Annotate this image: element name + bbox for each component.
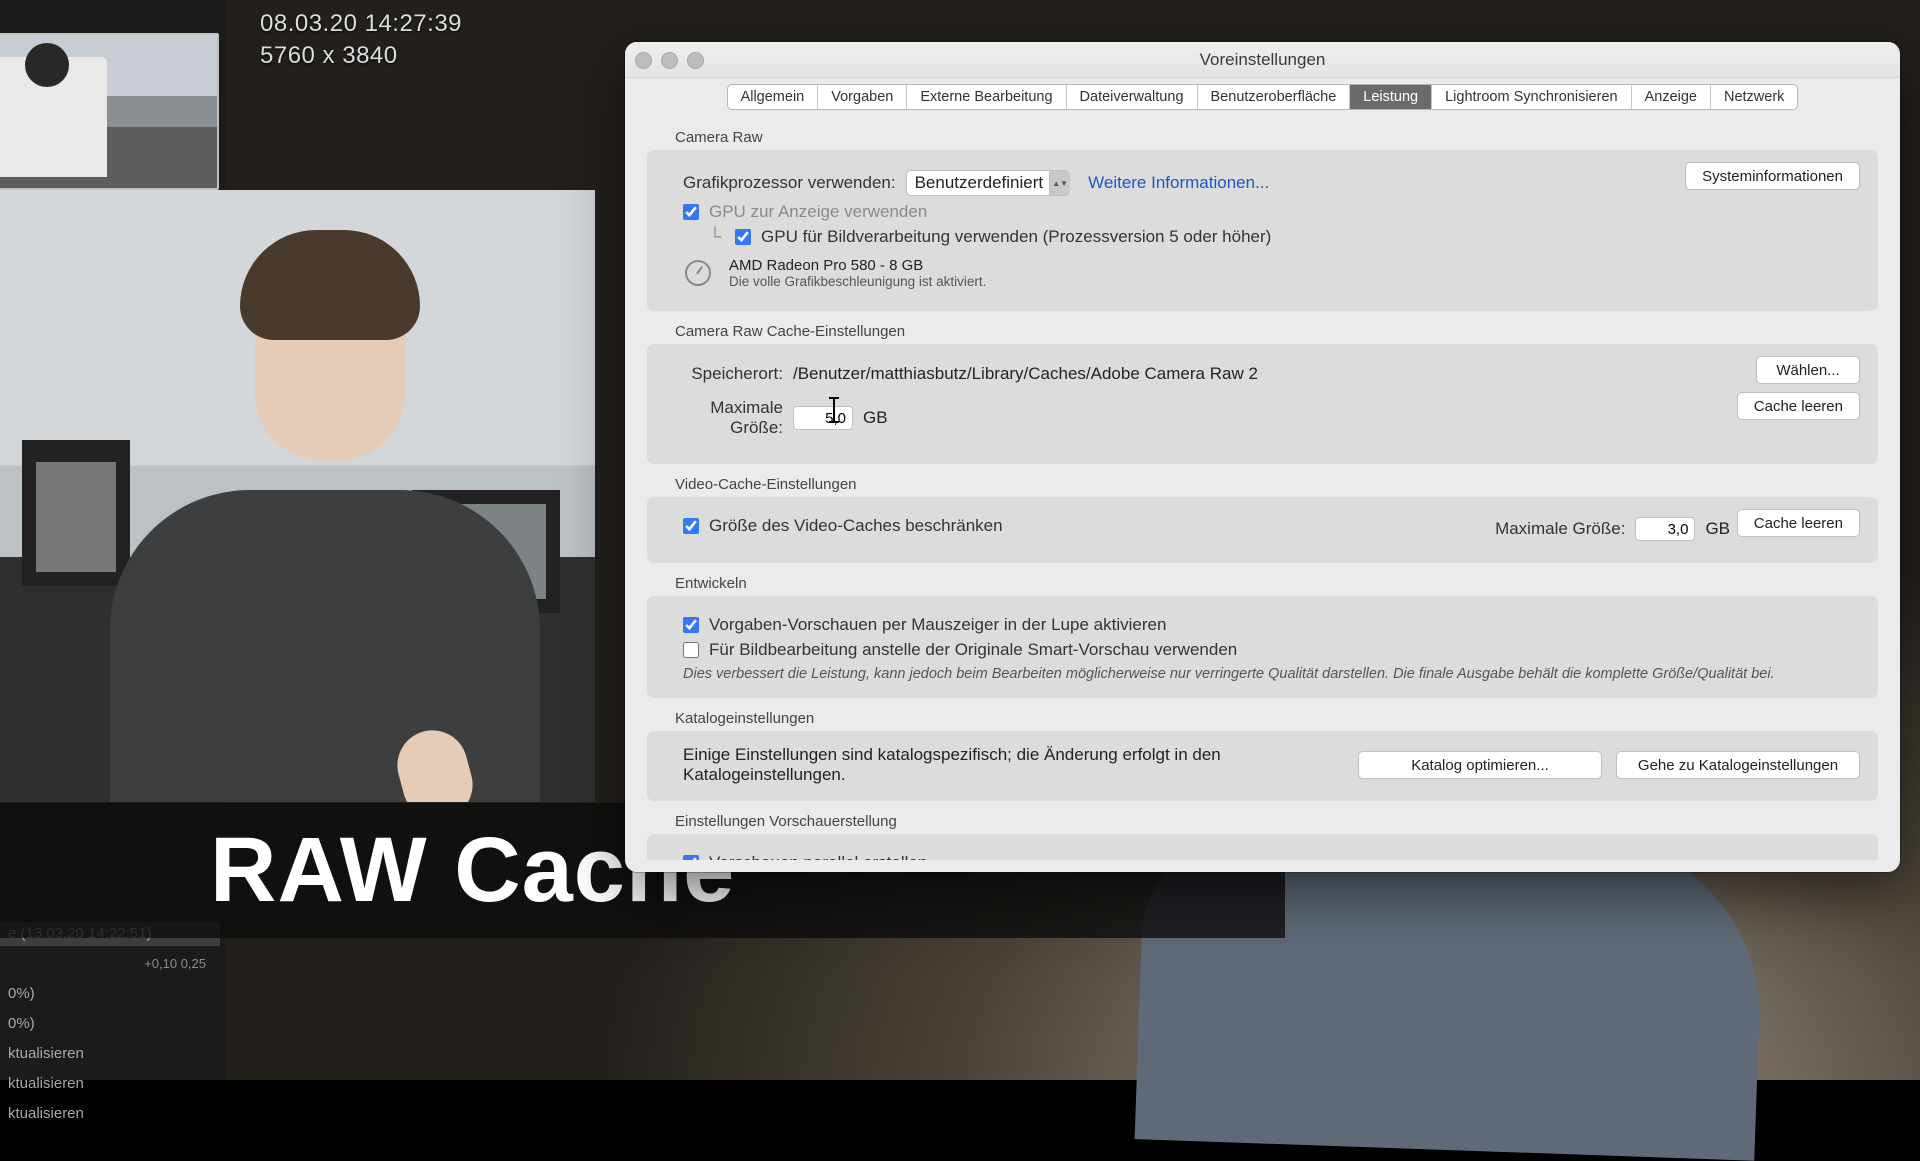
section-develop: Entwickeln [675,575,1878,592]
video-limit-label: Größe des Video-Caches beschränken [709,516,1003,536]
goto-catalog-settings-button[interactable]: Gehe zu Katalogeinstellungen [1616,751,1860,779]
gpu-name: AMD Radeon Pro 580 - 8 GB [729,257,986,274]
cache-location-value: /Benutzer/matthiasbutz/Library/Caches/Ad… [793,364,1258,384]
gb-unit: GB [863,408,888,428]
image-dimensions: 5760 x 3840 [260,42,462,70]
tab-externe-bearbeitung[interactable]: Externe Bearbeitung [907,85,1066,109]
gpu-use-select[interactable]: Benutzerdefiniert ▲▼ [906,170,1071,196]
video-max-size-label: Maximale Größe: [1495,519,1625,539]
smart-preview-note: Dies verbessert die Leistung, kann jedoc… [683,666,1860,682]
section-camera-raw: Camera Raw [675,129,1878,146]
tab-anzeige[interactable]: Anzeige [1632,85,1711,109]
gpu-display-label: GPU zur Anzeige verwenden [709,202,927,222]
raw-max-size-input[interactable] [793,406,853,430]
parallel-previews-label: Vorschauen parallel erstellen [709,853,927,860]
choose-location-button[interactable]: Wählen... [1756,356,1860,384]
tab-allgemein[interactable]: Allgemein [728,85,819,109]
video-limit-checkbox[interactable] [683,518,699,534]
lightroom-thumbnail[interactable] [0,33,219,190]
section-catalog: Katalogeinstellungen [675,710,1878,727]
hover-preview-label: Vorgaben-Vorschauen per Mauszeiger in de… [709,615,1166,635]
gb-unit: GB [1705,519,1730,539]
panel-develop: Vorgaben-Vorschauen per Mauszeiger in de… [647,596,1878,698]
timestamp: 08.03.20 14:27:39 [260,10,462,38]
section-previews: Einstellungen Vorschauerstellung [675,813,1878,830]
preferences-window: Voreinstellungen AllgemeinVorgabenExtern… [625,42,1900,872]
close-icon[interactable] [635,52,652,69]
text-cursor-icon [833,399,835,421]
system-info-button[interactable]: Systeminformationen [1685,162,1860,190]
window-title: Voreinstellungen [625,50,1900,70]
panel-previews: Vorschauen parallel erstellen [647,834,1878,860]
gpu-more-info-link[interactable]: Weitere Informationen... [1088,173,1269,193]
presenter-webcam [0,190,595,802]
window-titlebar[interactable]: Voreinstellungen [625,42,1900,78]
preferences-tabbar: AllgemeinVorgabenExterne BearbeitungDate… [625,78,1900,114]
gauge-icon [685,260,711,286]
chevron-updown-icon: ▲▼ [1049,171,1070,195]
tab-vorgaben[interactable]: Vorgaben [818,85,907,109]
hover-preview-checkbox[interactable] [683,617,699,633]
gpu-status: Die volle Grafikbeschleunigung ist aktiv… [729,274,986,289]
panel-raw-cache: Wählen... Cache leeren Speicherort: /Ben… [647,344,1878,464]
section-video-cache: Video-Cache-Einstellungen [675,476,1878,493]
optimize-catalog-button[interactable]: Katalog optimieren... [1358,751,1602,779]
smart-preview-label: Für Bildbearbeitung anstelle der Origina… [709,640,1237,660]
gpu-process-label: GPU für Bildverarbeitung verwenden (Proz… [761,227,1271,247]
gpu-process-checkbox[interactable] [735,229,751,245]
tab-netzwerk[interactable]: Netzwerk [1711,85,1797,109]
clear-video-cache-button[interactable]: Cache leeren [1737,509,1860,537]
cache-location-label: Speicherort: [683,364,783,384]
zoom-icon[interactable] [687,52,704,69]
raw-max-size-label: Maximale Größe: [655,398,783,438]
gpu-use-label: Grafikprozessor verwenden: [683,173,896,193]
minimize-icon[interactable] [661,52,678,69]
lightroom-history-panel: e (13.03.20 14:22:51) +0,10 0,25 0%) 0%)… [0,916,220,1132]
tab-leistung[interactable]: Leistung [1350,85,1432,109]
video-max-size-input[interactable] [1635,517,1695,541]
parallel-previews-checkbox[interactable] [683,855,699,860]
catalog-note: Einige Einstellungen sind katalogspezifi… [683,745,1344,785]
smart-preview-checkbox[interactable] [683,642,699,658]
panel-video-cache: Cache leeren Größe des Video-Caches besc… [647,497,1878,563]
panel-catalog: Einige Einstellungen sind katalogspezifi… [647,731,1878,801]
tab-benutzeroberfläche[interactable]: Benutzeroberfläche [1198,85,1351,109]
section-raw-cache: Camera Raw Cache-Einstellungen [675,323,1878,340]
gpu-display-checkbox[interactable] [683,204,699,220]
tab-lightroom-synchronisieren[interactable]: Lightroom Synchronisieren [1432,85,1631,109]
panel-camera-raw: Systeminformationen Grafikprozessor verw… [647,150,1878,311]
image-metadata: 08.03.20 14:27:39 5760 x 3840 [260,10,462,70]
tab-dateiverwaltung[interactable]: Dateiverwaltung [1067,85,1198,109]
